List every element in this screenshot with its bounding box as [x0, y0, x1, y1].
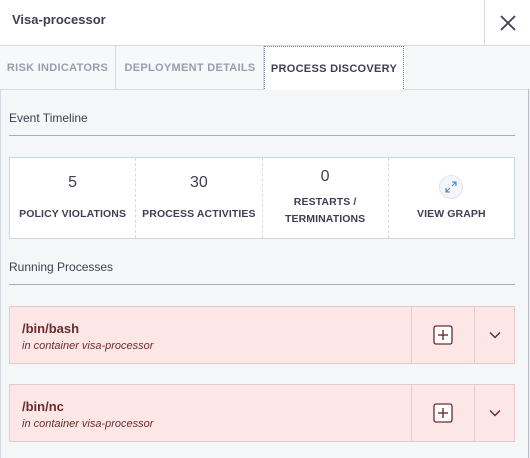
divider [9, 284, 515, 285]
plus-box-icon [433, 325, 453, 345]
process-card: /bin/bash in container visa-processor [9, 306, 515, 364]
process-name: /bin/nc [22, 399, 64, 414]
scroll-area[interactable]: Event Timeline 5 POLICY VIOLATIONS 30 PR… [1, 90, 529, 458]
stat-label-line: RESTARTS / [293, 196, 357, 208]
tab-process-discovery[interactable]: PROCESS DISCOVERY [264, 46, 404, 91]
process-card: /bin/nc in container visa-processor [9, 384, 515, 442]
chevron-down-icon [488, 331, 501, 339]
stat-process-activities: 30 PROCESS ACTIVITIES [136, 158, 263, 238]
stat-restarts-terminations: 0 RESTARTS / TERMINATIONS [263, 158, 389, 238]
tab-bar: RISK INDICATORS DEPLOYMENT DETAILS PROCE… [0, 46, 530, 91]
event-timeline-heading: Event Timeline [9, 111, 88, 125]
stat-value: 30 [189, 174, 208, 191]
process-container: in container visa-processor [22, 418, 154, 430]
expand-process-button[interactable] [474, 385, 514, 441]
view-graph-button[interactable]: VIEW GRAPH [389, 158, 514, 238]
panel-title: Visa-processor [12, 12, 106, 27]
tab-deployment-details[interactable]: DEPLOYMENT DETAILS [117, 46, 264, 90]
stat-label: POLICY VIOLATIONS [19, 208, 127, 220]
add-to-whitelist-button[interactable] [411, 385, 474, 441]
close-button[interactable] [484, 0, 530, 46]
stat-policy-violations: 5 POLICY VIOLATIONS [10, 158, 137, 238]
panel-header: Visa-processor [0, 0, 530, 46]
chevron-down-icon [488, 409, 501, 417]
event-timeline-stats: 5 POLICY VIOLATIONS 30 PROCESS ACTIVITIE… [9, 157, 515, 239]
stat-label-line: TERMINATIONS [284, 213, 366, 225]
expand-icon [439, 175, 464, 199]
stat-label: VIEW GRAPH [417, 208, 486, 220]
stat-value: 0 [320, 168, 330, 185]
process-info: /bin/bash in container visa-processor [10, 307, 411, 363]
add-to-whitelist-button[interactable] [411, 307, 474, 363]
stat-label: PROCESS ACTIVITIES [142, 208, 256, 220]
stat-label: RESTARTS / TERMINATIONS [263, 194, 388, 228]
stat-value: 5 [68, 174, 78, 191]
process-info: /bin/nc in container visa-processor [10, 385, 411, 441]
divider [9, 135, 515, 136]
running-processes-heading: Running Processes [9, 260, 114, 274]
plus-box-icon [433, 403, 453, 423]
process-container: in container visa-processor [22, 340, 154, 352]
expand-process-button[interactable] [474, 307, 514, 363]
tab-content: Event Timeline 5 POLICY VIOLATIONS 30 PR… [0, 90, 530, 458]
tab-risk-indicators[interactable]: RISK INDICATORS [0, 46, 116, 90]
process-name: /bin/bash [22, 321, 80, 336]
close-icon [499, 15, 516, 31]
